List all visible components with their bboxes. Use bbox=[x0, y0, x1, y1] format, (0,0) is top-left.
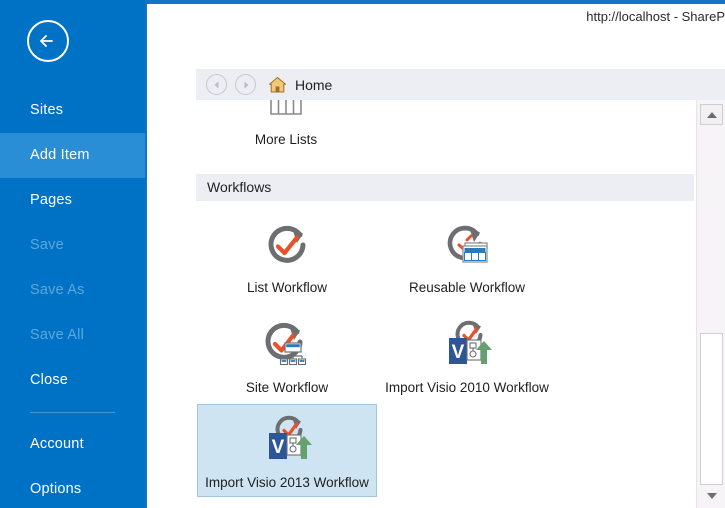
reusable-workflow-glyph bbox=[447, 225, 488, 263]
nav-back-glyph bbox=[214, 81, 218, 88]
sidebar-item-pages[interactable]: Pages bbox=[0, 178, 145, 223]
sidebar-item-save: Save bbox=[30, 237, 64, 253]
list-workflow-icon bbox=[197, 218, 377, 274]
sidebar-item-sites[interactable]: Sites bbox=[0, 88, 145, 133]
tile-label: Import Visio 2013 Workflow bbox=[205, 475, 369, 490]
import-visio-2013-icon: V bbox=[198, 413, 376, 469]
scroll-thumb[interactable] bbox=[700, 333, 723, 485]
tile-import-visio-2010[interactable]: V Import Visio 2010 Workflow bbox=[377, 310, 557, 401]
svg-text:V: V bbox=[272, 437, 285, 458]
tile-reusable-workflow[interactable]: Reusable Workflow bbox=[377, 210, 557, 301]
list-workflow-glyph bbox=[268, 225, 306, 263]
nav-back-icon[interactable] bbox=[206, 74, 227, 95]
sidebar-divider bbox=[30, 412, 115, 413]
home-glyph bbox=[269, 76, 286, 92]
scroll-down-arrow bbox=[706, 492, 717, 499]
sidebar-item-options[interactable]: Options bbox=[0, 467, 145, 508]
nav-forward-glyph bbox=[244, 81, 248, 88]
tile-label: More Lists bbox=[254, 132, 318, 147]
tile-import-visio-2013[interactable]: V Import Visio 2013 Workflow bbox=[197, 404, 377, 497]
breadcrumb-label: Home bbox=[295, 76, 333, 93]
svg-text:V: V bbox=[452, 342, 465, 363]
vertical-scrollbar[interactable] bbox=[696, 100, 725, 508]
window-title: http://localhost - ShareP bbox=[586, 9, 725, 24]
site-workflow-icon bbox=[197, 318, 377, 374]
window-left-border bbox=[145, 0, 147, 508]
import-visio-2010-glyph: V bbox=[449, 320, 492, 364]
more-lists-glyph bbox=[270, 100, 302, 115]
group-header-workflows: Workflows bbox=[196, 174, 694, 201]
sidebar-nav-list: Sites Add Item Pages Save Save As Save A… bbox=[0, 88, 145, 508]
tile-label: Import Visio 2010 Workflow bbox=[385, 380, 549, 395]
gallery-content: More Lists Workflows List Workflow Reusa… bbox=[196, 100, 694, 508]
nav-forward-icon[interactable] bbox=[235, 74, 256, 95]
tile-more-lists[interactable]: More Lists bbox=[196, 100, 376, 153]
sidebar-item-save-all: Save All bbox=[30, 327, 84, 343]
back-arrow-glyph bbox=[40, 35, 53, 47]
scroll-down-icon[interactable] bbox=[700, 485, 723, 506]
tile-list-workflow[interactable]: List Workflow bbox=[197, 210, 377, 301]
breadcrumb: Home bbox=[196, 69, 725, 100]
window-top-border bbox=[145, 0, 725, 4]
backstage-sidebar: Sites Add Item Pages Save Save As Save A… bbox=[0, 0, 145, 508]
back-arrow-icon[interactable] bbox=[27, 20, 69, 62]
tile-label: Reusable Workflow bbox=[408, 280, 526, 295]
sidebar-item-account[interactable]: Account bbox=[0, 422, 145, 467]
sidebar-item-close[interactable]: Close bbox=[0, 358, 145, 403]
more-lists-icon bbox=[196, 100, 376, 126]
home-icon[interactable] bbox=[268, 76, 287, 94]
sidebar-item-save-as: Save As bbox=[30, 282, 85, 298]
sidebar-item-add-item[interactable]: Add Item bbox=[0, 133, 145, 178]
scroll-up-arrow bbox=[706, 111, 717, 118]
tile-site-workflow[interactable]: Site Workflow bbox=[197, 310, 377, 401]
site-workflow-glyph bbox=[265, 322, 307, 366]
scroll-up-icon[interactable] bbox=[700, 104, 723, 125]
tile-label: Site Workflow bbox=[245, 380, 329, 395]
import-visio-2013-glyph: V bbox=[269, 415, 312, 459]
tile-label: List Workflow bbox=[246, 280, 328, 295]
import-visio-2010-icon: V bbox=[377, 318, 557, 374]
reusable-workflow-icon bbox=[377, 218, 557, 274]
app-window: Sites Add Item Pages Save Save As Save A… bbox=[0, 0, 725, 508]
